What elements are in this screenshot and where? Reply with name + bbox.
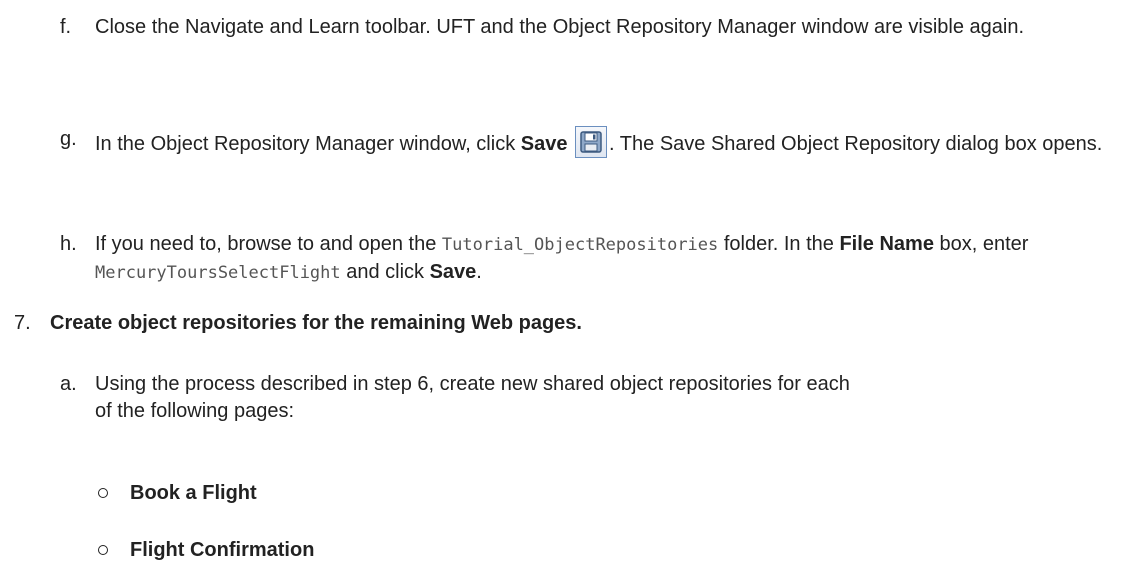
file-name-label: File Name <box>839 233 934 255</box>
step-marker: f. <box>60 16 72 38</box>
text-segment: . <box>476 261 482 283</box>
text-segment: If you need to, browse to and open the <box>95 233 442 255</box>
step-f-text: Close the Navigate and Learn toolbar. UF… <box>95 16 1025 38</box>
step-g-text: In the Object Repository Manager window,… <box>95 126 1135 158</box>
repository-filename-code: MercuryToursSelectFlight <box>95 263 341 283</box>
folder-name-code: Tutorial_ObjectRepositories <box>441 235 719 255</box>
step-marker: 7. <box>14 312 31 334</box>
page-name: Book a Flight <box>130 482 257 504</box>
step-h-text: If you need to, browse to and open the T… <box>95 231 1135 287</box>
floppy-disk-save-icon <box>575 126 608 158</box>
step-marker: h. <box>60 233 77 255</box>
text-segment: box, enter <box>933 233 1029 255</box>
save-label: Save <box>520 133 568 155</box>
step-7-title: Create object repositories for the remai… <box>50 312 582 334</box>
page-name: Flight Confirmation <box>130 539 315 561</box>
text-segment: . The Save Shared Object Repository dial… <box>609 133 1103 155</box>
save-label: Save <box>429 261 477 283</box>
step-marker: a. <box>60 373 77 395</box>
circle-bullet-icon <box>98 545 108 555</box>
step-marker: g. <box>60 128 77 150</box>
text-segment: In the Object Repository Manager window,… <box>95 133 521 155</box>
step-7-a-text: Using the process described in step 6, c… <box>95 373 850 422</box>
text-segment: and click <box>340 261 430 283</box>
circle-bullet-icon <box>98 488 108 498</box>
text-segment: folder. In the <box>718 233 840 255</box>
